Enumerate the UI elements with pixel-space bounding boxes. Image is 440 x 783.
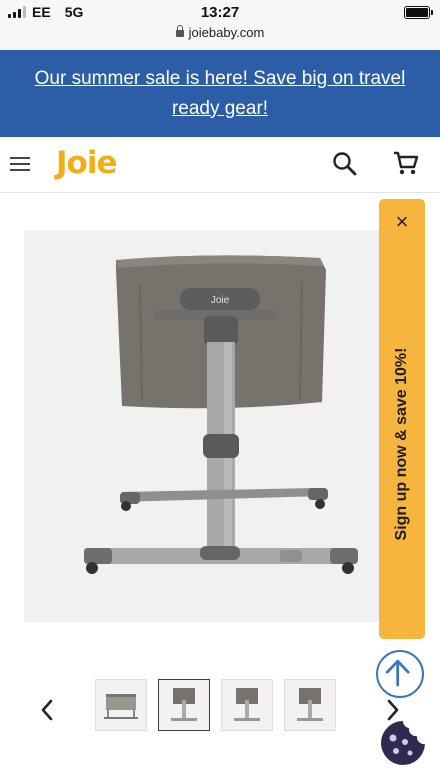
search-icon[interactable] xyxy=(332,151,358,177)
thumbnail-4[interactable] xyxy=(284,679,336,731)
chevron-left-icon[interactable] xyxy=(38,697,58,723)
product-main-image[interactable]: Joie xyxy=(24,230,380,622)
thumbnail-image xyxy=(104,694,138,719)
hamburger-menu-icon[interactable] xyxy=(10,157,30,171)
promo-banner-link[interactable]: Our summer sale is here! Save big on tra… xyxy=(20,64,420,124)
thumbnail-image xyxy=(234,688,260,721)
promo-banner: Our summer sale is here! Save big on tra… xyxy=(0,50,440,137)
status-bar: EE 5G 13:27 joiebaby.com xyxy=(0,0,440,50)
thumbnail-2[interactable] xyxy=(158,679,210,731)
close-icon[interactable]: × xyxy=(391,211,413,233)
thumbnail-image xyxy=(171,688,197,721)
address-bar[interactable]: joiebaby.com xyxy=(0,25,440,40)
signup-label[interactable]: Sign up now & save 10%! xyxy=(393,348,411,541)
thumbnail-image xyxy=(297,688,323,721)
battery-icon xyxy=(404,6,433,19)
chevron-right-icon[interactable] xyxy=(382,697,402,723)
cookie-settings-icon[interactable] xyxy=(378,718,428,768)
url-text: joiebaby.com xyxy=(188,25,265,40)
clock: 13:27 xyxy=(200,4,240,21)
crib-brand-mark: Joie xyxy=(211,295,230,306)
thumbnail-1[interactable] xyxy=(95,679,147,731)
site-header: Joie xyxy=(0,137,440,193)
thumbnail-3[interactable] xyxy=(221,679,273,731)
shopping-cart-icon[interactable] xyxy=(392,149,420,177)
lock-icon xyxy=(175,25,184,37)
bedside-crib-illustration: Joie xyxy=(84,255,358,574)
back-to-top-button[interactable] xyxy=(376,650,424,698)
signup-side-tab[interactable]: × Sign up now & save 10%! xyxy=(379,199,425,639)
joie-logo[interactable]: Joie xyxy=(56,145,117,181)
